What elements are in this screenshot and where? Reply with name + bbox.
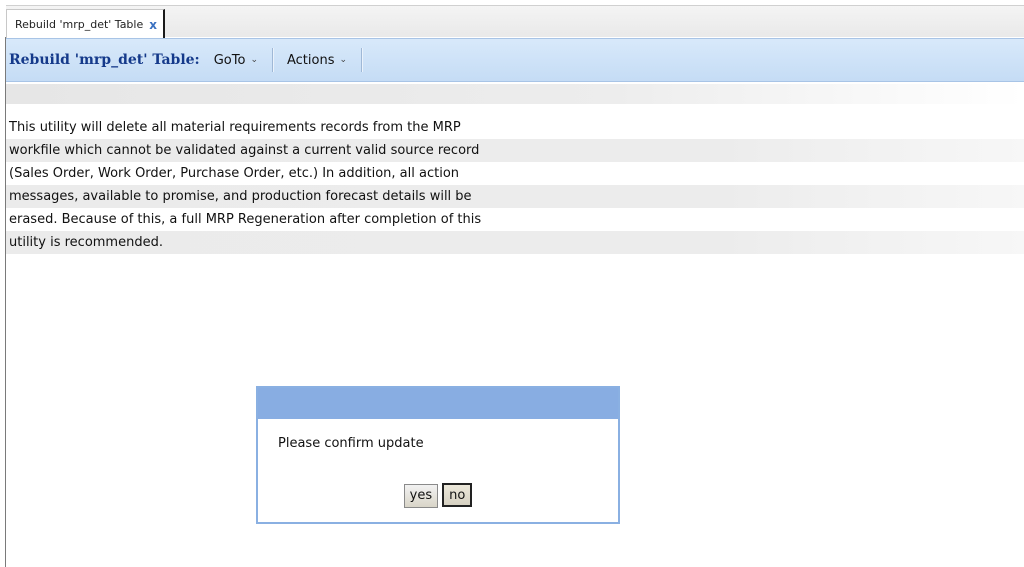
description-line: erased. Because of this, a full MRP Rege… (9, 212, 482, 227)
actions-menu-label: Actions (287, 52, 335, 68)
description-line: workfile which cannot be validated again… (6, 139, 1024, 162)
goto-menu[interactable]: GoTo ⌄ (200, 47, 272, 73)
description-line: messages, available to promise, and prod… (6, 185, 1024, 208)
yes-button[interactable]: yes (403, 484, 439, 508)
confirm-dialog: Please confirm update yes no (256, 386, 620, 524)
tab-label: Rebuild 'mrp_det' Table (15, 18, 144, 31)
chevron-down-icon: ⌄ (250, 55, 258, 65)
goto-menu-label: GoTo (213, 52, 246, 68)
dialog-title-bar[interactable] (258, 388, 618, 419)
menu-bar: Rebuild 'mrp_det' Table: GoTo ⌄ Actions … (6, 38, 1024, 82)
description-line: (Sales Order, Work Order, Purchase Order… (9, 166, 460, 181)
page-title: Rebuild 'mrp_det' Table: (9, 52, 200, 68)
utility-description: This utility will delete all material re… (6, 116, 1024, 254)
description-line: This utility will delete all material re… (9, 120, 461, 135)
description-line: utility is recommended. (6, 231, 1024, 254)
chevron-down-icon: ⌄ (339, 55, 348, 65)
no-button[interactable]: no (442, 483, 473, 507)
tab-rebuild-mrp-det[interactable]: Rebuild 'mrp_det' Table x (6, 9, 165, 39)
header-stripe (6, 84, 1024, 104)
close-icon[interactable]: x (149, 18, 157, 32)
screen: Rebuild 'mrp_det' Table x Rebuild 'mrp_d… (0, 0, 1024, 567)
dialog-button-row: yes no (258, 483, 618, 508)
tab-bar: Rebuild 'mrp_det' Table x (6, 5, 1024, 39)
menu-divider (361, 48, 363, 72)
actions-menu[interactable]: Actions ⌄ (273, 47, 361, 73)
dialog-message: Please confirm update (278, 436, 424, 451)
